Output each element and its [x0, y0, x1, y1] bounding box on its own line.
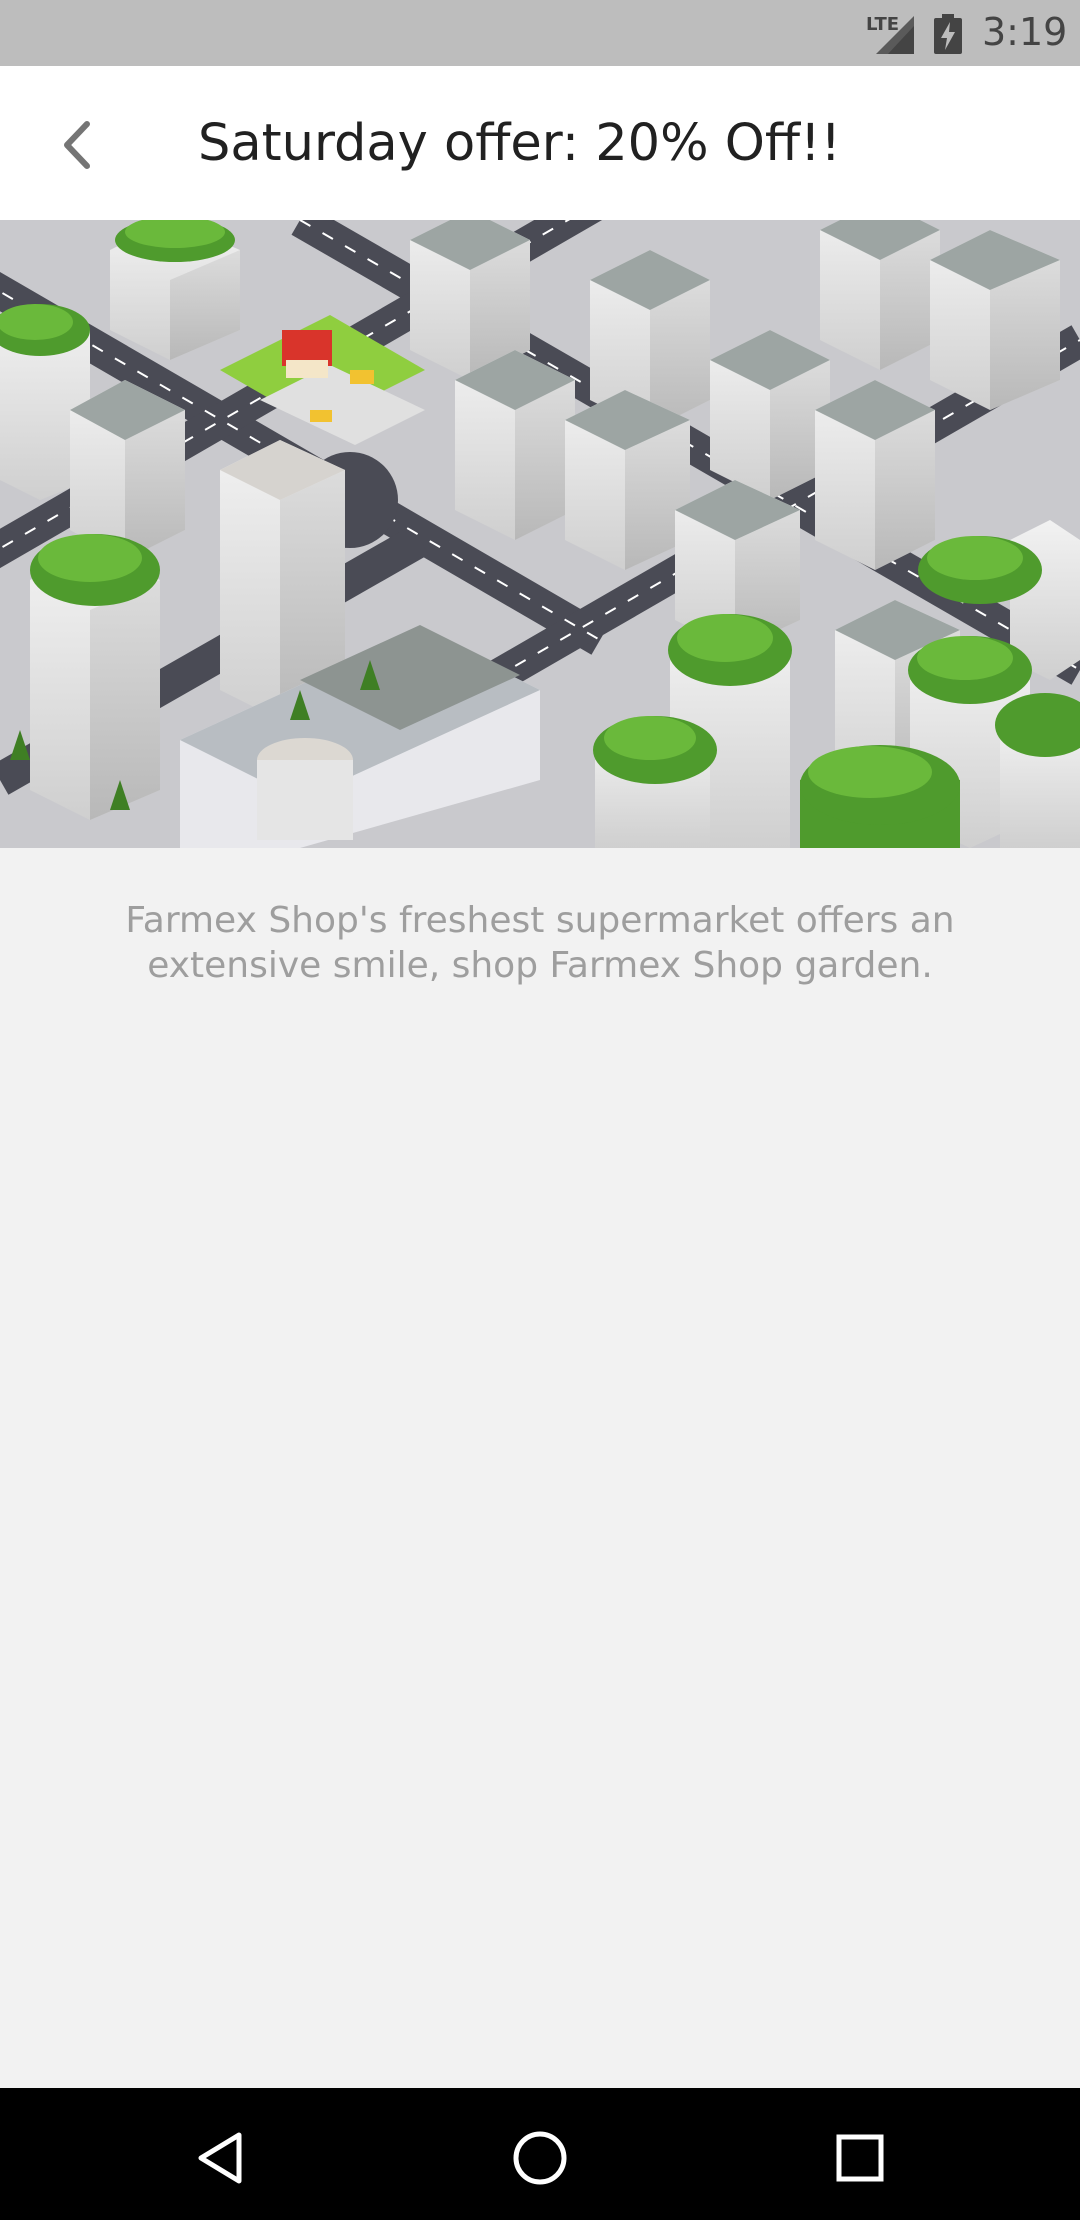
- offer-description: Farmex Shop's freshest supermarket offer…: [125, 900, 955, 986]
- page-title: Saturday offer: 20% Off!!: [198, 114, 841, 173]
- chevron-left-icon: [64, 121, 90, 169]
- triangle-back-icon: [198, 2132, 242, 2184]
- signal-icon: [876, 16, 914, 54]
- clock: 3:19: [982, 10, 1068, 54]
- status-bar: LTE 3:19: [0, 0, 1080, 66]
- square-recents-icon: [836, 2134, 884, 2182]
- hero-image: [0, 220, 1080, 848]
- back-button[interactable]: [42, 110, 112, 180]
- nav-recents-button[interactable]: [820, 2118, 900, 2198]
- app-bar: Saturday offer: 20% Off!!: [0, 66, 1080, 220]
- circle-home-icon: [513, 2131, 567, 2185]
- navigation-bar: [0, 2088, 1080, 2220]
- nav-home-button[interactable]: [500, 2118, 580, 2198]
- battery-charging-icon: [934, 14, 962, 54]
- nav-back-button[interactable]: [180, 2118, 260, 2198]
